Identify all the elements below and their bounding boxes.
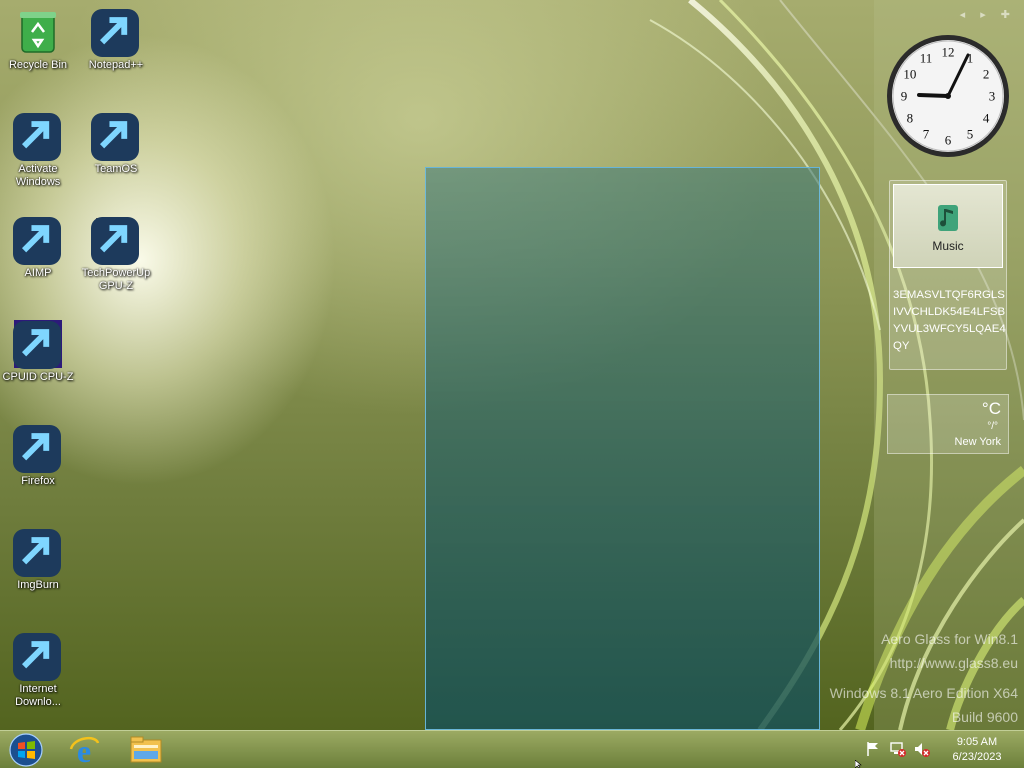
taskbar-date: 6/23/2023 — [952, 751, 1002, 763]
recycle-bin-icon — [20, 12, 56, 53]
desktop-icon-label: ImgBurn — [17, 579, 59, 591]
taskbar-time: 9:05 AM — [956, 736, 998, 748]
clock-number: 12 — [942, 45, 955, 60]
shortcut-arrow-icon — [91, 217, 139, 265]
desktop-icon-imgburn[interactable]: ImgBurn — [1, 528, 75, 592]
desktop-icon-label: AIMP — [24, 267, 52, 279]
desktop-icon-aimp[interactable]: AIMP — [1, 216, 75, 280]
desktop-icon-cpu-z[interactable]: CPUID CPU-Z — [1, 320, 75, 384]
shortcut-arrow-icon — [13, 633, 61, 681]
desktop-icon-internet-download-manager[interactable]: Internet Downlo... — [1, 632, 75, 709]
clock-number: 7 — [923, 127, 930, 142]
desktop-icon-label: Notepad++ — [88, 59, 144, 71]
desktop-icon-notepad-plus-plus[interactable]: Notepad++ — [79, 8, 153, 72]
weather-gadget[interactable]: °C °/° New York — [887, 394, 1009, 454]
clock-number: 2 — [983, 67, 990, 82]
selection-rectangle — [425, 167, 820, 730]
desktop-icon-label: Internet Downlo... — [15, 683, 61, 708]
clock-gadget[interactable]: 12 1234567891011 — [885, 33, 1011, 159]
shortcut-arrow-icon — [13, 425, 61, 473]
music-button[interactable]: Music — [893, 184, 1003, 268]
start-orb-icon[interactable] — [8, 733, 44, 767]
music-note-icon — [938, 205, 958, 231]
clock-number: 9 — [901, 89, 908, 104]
mouse-cursor-icon — [855, 760, 862, 768]
network-disconnected-icon[interactable] — [889, 740, 907, 758]
shortcut-arrow-icon — [91, 113, 139, 161]
internet-explorer-icon[interactable]: e — [66, 733, 102, 767]
clock-number: 4 — [983, 111, 990, 126]
desktop-icon-activate-windows[interactable]: Activate Windows — [1, 112, 75, 189]
sidebar-nav[interactable]: ◂ ▸ ✚ — [960, 8, 1016, 21]
desktop[interactable]: ◂ ▸ ✚ 12 1 2 3 4 5 6 7 8 9 10 11 Music 3EMASVLTQF6R… — [0, 0, 1024, 730]
music-label: Music — [932, 239, 964, 253]
shortcut-arrow-icon — [13, 113, 61, 161]
weather-range: °/° — [987, 421, 998, 432]
clock-number: 3 — [989, 89, 996, 104]
volume-muted-icon[interactable] — [913, 740, 931, 758]
weather-city: New York — [954, 436, 1001, 448]
action-center-flag-icon[interactable] — [864, 740, 882, 758]
desktop-icon-label: Activate Windows — [15, 163, 61, 188]
shortcut-arrow-icon — [13, 321, 61, 369]
file-explorer-icon[interactable] — [128, 733, 164, 767]
desktop-icon-firefox[interactable]: Firefox — [1, 424, 75, 488]
clock-number: 10 — [903, 67, 916, 82]
taskbar: e 9:05 AM 6/23/2023 — [0, 730, 1024, 768]
shortcut-arrow-icon — [13, 529, 61, 577]
shortcut-arrow-icon — [13, 217, 61, 265]
hour-hand — [917, 93, 950, 98]
desktop-icon-label: Firefox — [21, 475, 55, 487]
clock-number: 5 — [967, 127, 974, 142]
desktop-icon-teamos[interactable]: TeamOS — [79, 112, 153, 176]
desktop-icon-gpu-z[interactable]: TechPowerUp GPU-Z — [79, 216, 153, 293]
music-serial-text: 3EMASVLTQF6RGLSIVVCHLDK54E4LFSBYVUL3WFCY… — [893, 289, 1006, 352]
watermark-line-2: http://www.glass8.eu — [889, 655, 1018, 671]
clock-number: 11 — [920, 50, 933, 65]
desktop-icon-label: Recycle Bin — [8, 59, 68, 71]
clock-number: 8 — [907, 111, 914, 126]
desktop-icon-recycle-bin[interactable]: Recycle Bin — [1, 8, 75, 72]
clock-number: 6 — [945, 133, 952, 148]
weather-unit: °C — [981, 399, 1001, 418]
desktop-icon-label: CPUID CPU-Z — [2, 371, 74, 383]
desktop-icon-label: TeamOS — [94, 163, 138, 175]
music-gadget: Music 3EMASVLTQF6RGLSIVVCHLDK54E4LFSBYVU… — [889, 180, 1007, 370]
watermark-line-4: Build 9600 — [951, 709, 1018, 725]
watermark-line-1: Aero Glass for Win8.1 — [881, 631, 1018, 647]
shortcut-arrow-icon — [91, 9, 139, 57]
desktop-icon-label: TechPowerUp GPU-Z — [81, 267, 151, 292]
watermark-line-3: Windows 8.1 Aero Edition X64 — [829, 685, 1018, 701]
taskbar-clock[interactable]: 9:05 AM 6/23/2023 — [942, 735, 1012, 765]
